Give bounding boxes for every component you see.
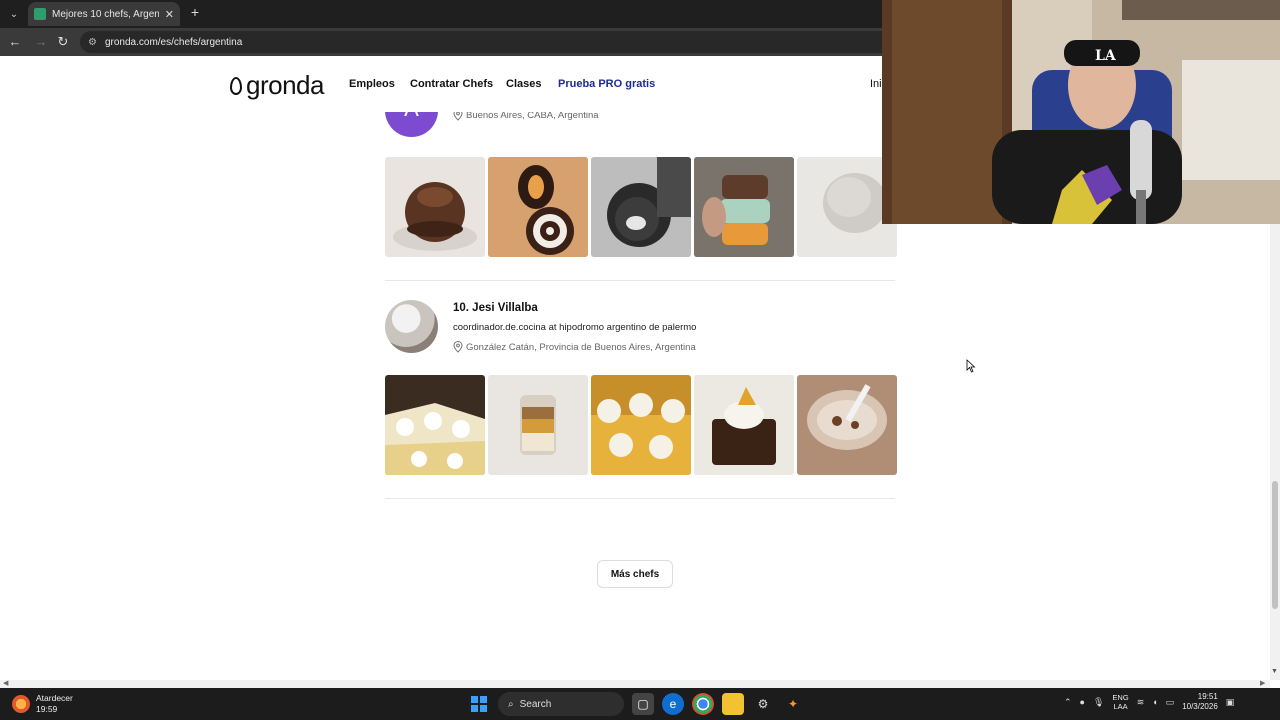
edge-browser-icon[interactable]: e [662,693,684,715]
search-icon: ⌕ [508,698,514,710]
reload-icon[interactable]: ↻ [54,33,72,51]
dish-photo[interactable] [694,157,794,257]
dish-photo[interactable] [488,375,588,475]
chevron-up-icon[interactable]: ⌃ [1064,697,1072,708]
dish-photo[interactable] [591,157,691,257]
tab-search-menu-icon[interactable]: ⌄ [4,4,24,24]
dish-photo[interactable] [694,375,794,475]
svg-text:LA: LA [1095,48,1117,64]
scroll-right-icon[interactable]: ▶ [1260,679,1265,687]
dish-photo[interactable] [591,375,691,475]
location-pin-icon [453,341,463,353]
system-clock[interactable]: 19:51 10/3/2026 [1182,692,1218,712]
nav-prueba-pro[interactable]: Prueba PRO gratis [558,78,655,90]
chef-location: González Catán, Provincia de Buenos Aire… [453,341,696,353]
clock-time: 19:51 [1197,692,1218,701]
chef-gallery [385,375,897,475]
horizontal-scrollbar[interactable]: ◀ ▶ [0,680,1270,688]
chef-avatar[interactable] [385,300,438,353]
battery-icon[interactable]: ▭ [1166,697,1175,708]
forward-arrow-icon[interactable]: → [32,33,50,51]
taskbar: Atardecer 19:59 ⌕ Search ▢ e ⚙ ✦ ⌃ ● 🎙︎ … [0,688,1280,720]
microphone-icon[interactable]: 🎙︎ [1093,697,1104,708]
site-info-icon[interactable]: ⚙ [88,37,97,48]
tray-app-icon[interactable]: ● [1080,697,1085,707]
wifi-icon[interactable]: ≋ [1137,697,1145,708]
file-explorer-icon[interactable] [722,693,744,715]
dish-photo[interactable] [797,375,897,475]
windows-start-icon[interactable] [468,693,490,715]
sunset-weather-icon [12,695,30,713]
gronda-favicon-icon [34,8,46,20]
system-tray: ⌃ ● 🎙︎ ENG LAA ≋ ◖ ▭ 19:51 10/3/2026 ▣ [1064,692,1234,712]
scroll-down-icon[interactable]: ▼ [1271,668,1278,675]
nav-clases[interactable]: Clases [506,78,541,90]
close-tab-icon[interactable]: ✕ [165,8,174,21]
chef-name[interactable]: 10. Jesi Villalba [453,302,538,314]
clock-date: 10/3/2026 [1182,702,1218,711]
gronda-logo[interactable]: gronda [230,70,324,101]
tab-title: Mejores 10 chefs, Argentina (M [52,8,159,20]
keyboard-layout: LAA [1113,702,1128,711]
language-indicator[interactable]: ENG LAA [1112,693,1128,711]
task-view-icon[interactable]: ▢ [632,693,654,715]
mouse-cursor-icon [966,359,976,373]
weather-widget[interactable]: Atardecer 19:59 [12,693,73,715]
notification-icon[interactable]: ▣ [1226,697,1235,708]
url-text: gronda.com/es/chefs/argentina [104,36,243,48]
scroll-thumb[interactable] [1272,481,1278,609]
taskbar-search[interactable]: ⌕ Search [498,692,624,716]
chrome-icon[interactable] [692,693,714,715]
webcam-overlay: LA [882,0,1280,224]
search-label: Search [519,698,552,710]
weather-label: Atardecer [36,693,73,703]
nav-empleos[interactable]: Empleos [349,78,395,90]
back-arrow-icon[interactable]: ← [6,33,24,51]
app-icon[interactable]: ⚙ [752,693,774,715]
scroll-left-icon[interactable]: ◀ [3,679,8,687]
chef-location-text: González Catán, Provincia de Buenos Aire… [466,341,696,353]
volume-icon[interactable]: ◖ [1152,697,1157,707]
more-chefs-button[interactable]: Más chefs [597,560,673,588]
dish-photo[interactable] [385,375,485,475]
dish-photo[interactable] [385,157,485,257]
login-link[interactable]: Ini [870,78,882,90]
chef-role: coordinador.de.cocina at hipodromo argen… [453,322,697,333]
chef-gallery [385,157,897,257]
browser-tab[interactable]: Mejores 10 chefs, Argentina (M ✕ [28,2,180,26]
section-divider [385,498,895,499]
fl-studio-icon[interactable]: ✦ [782,693,804,715]
weather-time: 19:59 [36,704,58,714]
new-tab-icon[interactable]: + [186,4,204,20]
taskbar-apps: ⌕ Search ▢ e ⚙ ✦ [468,692,804,716]
language-code: ENG [1112,693,1129,702]
nav-contratar-chefs[interactable]: Contratar Chefs [410,78,493,90]
logo-text: gronda [246,70,324,100]
drop-logo-icon [230,76,242,95]
section-divider [385,280,895,281]
dish-photo[interactable] [488,157,588,257]
